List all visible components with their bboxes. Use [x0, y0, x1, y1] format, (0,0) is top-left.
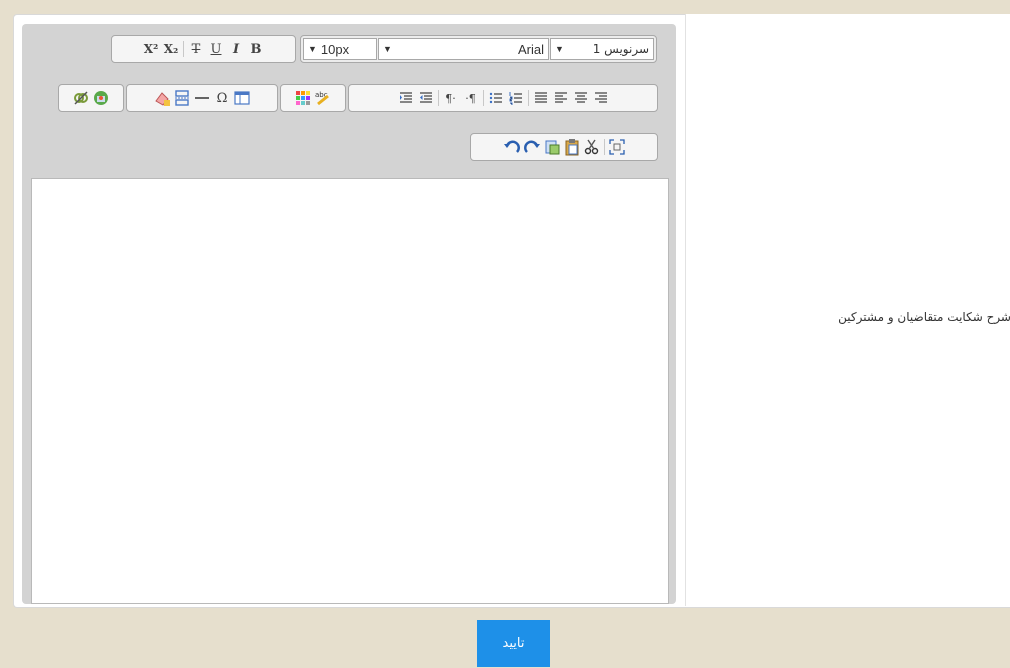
align-left-button[interactable] — [552, 88, 570, 108]
label-cell: شرح شکایت متقاضیان و مشترکین — [685, 14, 1010, 606]
chevron-down-icon: ▼ — [383, 44, 392, 54]
superscript-button[interactable]: X² — [142, 39, 160, 59]
separator — [603, 139, 605, 155]
page: شرح شکایت متقاضیان و مشترکین X² X₂ T U I… — [0, 0, 1010, 668]
strikethrough-button[interactable]: T — [187, 39, 205, 59]
outdent-button[interactable] — [417, 88, 435, 108]
unlink-button[interactable] — [72, 88, 90, 108]
paste-text-icon — [545, 140, 559, 155]
align-right-button[interactable] — [592, 88, 610, 108]
bullet-list-icon — [489, 92, 502, 104]
indent-icon — [399, 92, 412, 103]
pilcrow-ltr-icon: ¶· — [445, 91, 456, 105]
format-select[interactable]: ▼ سرنویس 1 — [550, 38, 654, 60]
align-center-button[interactable] — [572, 88, 590, 108]
ltr-button[interactable]: ¶· — [442, 88, 460, 108]
underline-button[interactable]: U — [207, 39, 225, 59]
font-size-select[interactable]: ▼ 10px — [303, 38, 377, 60]
underline-label: U — [210, 41, 222, 57]
format-value: سرنویس 1 — [592, 42, 649, 56]
submit-button[interactable]: تایید — [477, 620, 550, 667]
separator — [527, 90, 529, 106]
paragraph-group: ¶· ·¶ — [348, 84, 658, 112]
justify-button[interactable] — [532, 88, 550, 108]
font-size-value: 10px — [320, 41, 350, 57]
align-left-icon — [554, 92, 567, 103]
align-right-icon — [594, 92, 607, 103]
font-family-value: Arial — [517, 41, 544, 57]
subscript-button[interactable]: X₂ — [162, 39, 180, 59]
undo-button[interactable] — [503, 137, 521, 157]
outdent-icon — [419, 92, 432, 103]
submit-label: تایید — [502, 636, 525, 651]
rich-text-editor: X² X₂ T U I B ▼ 10px ▼ Arial ▼ سرنویس 1 — [22, 24, 676, 604]
separator — [482, 90, 484, 106]
horizontal-line-icon — [195, 97, 209, 99]
maximize-icon — [608, 139, 625, 155]
color-spell-group: abc — [280, 84, 346, 112]
field-label: شرح شکایت متقاضیان و مشترکین — [838, 310, 1010, 324]
indent-button[interactable] — [397, 88, 415, 108]
pilcrow-rtl-icon: ·¶ — [465, 91, 476, 105]
undo-icon — [503, 140, 520, 153]
clipboard-icon — [565, 139, 578, 156]
unlink-icon — [74, 91, 88, 105]
remove-format-button[interactable] — [153, 88, 171, 108]
color-button[interactable] — [294, 88, 312, 108]
omega-icon: Ω — [216, 90, 228, 106]
paste-button[interactable] — [563, 137, 581, 157]
editor-content-area[interactable] — [31, 178, 669, 604]
fullscreen-button[interactable] — [608, 137, 626, 157]
paste-text-button[interactable] — [543, 137, 561, 157]
page-break-button[interactable] — [173, 88, 191, 108]
clipboard-group — [470, 133, 658, 161]
spellcheck-icon: abc — [315, 91, 329, 106]
table-button[interactable] — [233, 88, 251, 108]
redo-button[interactable] — [523, 137, 541, 157]
eraser-icon — [155, 92, 170, 106]
text-style-group: X² X₂ T U I B — [111, 35, 296, 63]
cut-button[interactable] — [583, 137, 601, 157]
spellcheck-button[interactable]: abc — [314, 88, 332, 108]
italic-button[interactable]: I — [227, 39, 245, 59]
chevron-down-icon: ▼ — [555, 44, 564, 54]
strikethrough-label: T — [191, 41, 201, 57]
align-justify-icon — [534, 92, 547, 103]
font-family-select[interactable]: ▼ Arial — [378, 38, 549, 60]
special-char-button[interactable]: Ω — [213, 88, 231, 108]
italic-label: I — [232, 41, 240, 57]
insert-group: Ω — [126, 84, 278, 112]
superscript-label: X² — [143, 42, 159, 56]
page-break-icon — [175, 90, 189, 106]
redo-icon — [523, 140, 540, 153]
link-image-icon — [94, 91, 108, 105]
bold-label: B — [250, 41, 262, 57]
link-group — [58, 84, 124, 112]
numbered-list-button[interactable] — [507, 88, 525, 108]
color-grid-icon — [296, 91, 310, 105]
align-center-icon — [574, 92, 587, 103]
link-button[interactable] — [92, 88, 110, 108]
bullet-list-button[interactable] — [487, 88, 505, 108]
bold-button[interactable]: B — [247, 39, 265, 59]
separator — [183, 41, 184, 57]
separator — [437, 90, 439, 106]
numbered-list-icon — [509, 92, 522, 105]
scissors-icon — [584, 139, 598, 155]
rtl-button[interactable]: ·¶ — [462, 88, 480, 108]
subscript-label: X₂ — [163, 42, 179, 56]
horizontal-rule-button[interactable] — [193, 88, 211, 108]
chevron-down-icon: ▼ — [308, 44, 317, 54]
table-icon — [234, 91, 250, 105]
